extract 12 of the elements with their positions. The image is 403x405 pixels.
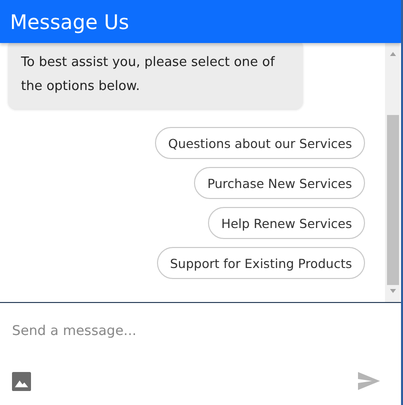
image-icon[interactable]	[12, 372, 31, 390]
option-button[interactable]: Questions about our Services	[155, 127, 365, 159]
option-button[interactable]: Purchase New Services	[194, 167, 365, 199]
option-button[interactable]: Help Renew Services	[208, 207, 365, 239]
scrollbar-thumb[interactable]	[386, 115, 398, 285]
scrollbar[interactable]	[385, 43, 400, 302]
scroll-up-icon[interactable]	[388, 51, 396, 57]
scroll-down-icon[interactable]	[388, 288, 396, 294]
send-icon[interactable]	[357, 371, 381, 391]
option-button[interactable]: Support for Existing Products	[156, 247, 365, 279]
message-text: To best assist you, please select one of the options below.	[21, 55, 275, 94]
window-title: Message Us	[10, 10, 130, 34]
